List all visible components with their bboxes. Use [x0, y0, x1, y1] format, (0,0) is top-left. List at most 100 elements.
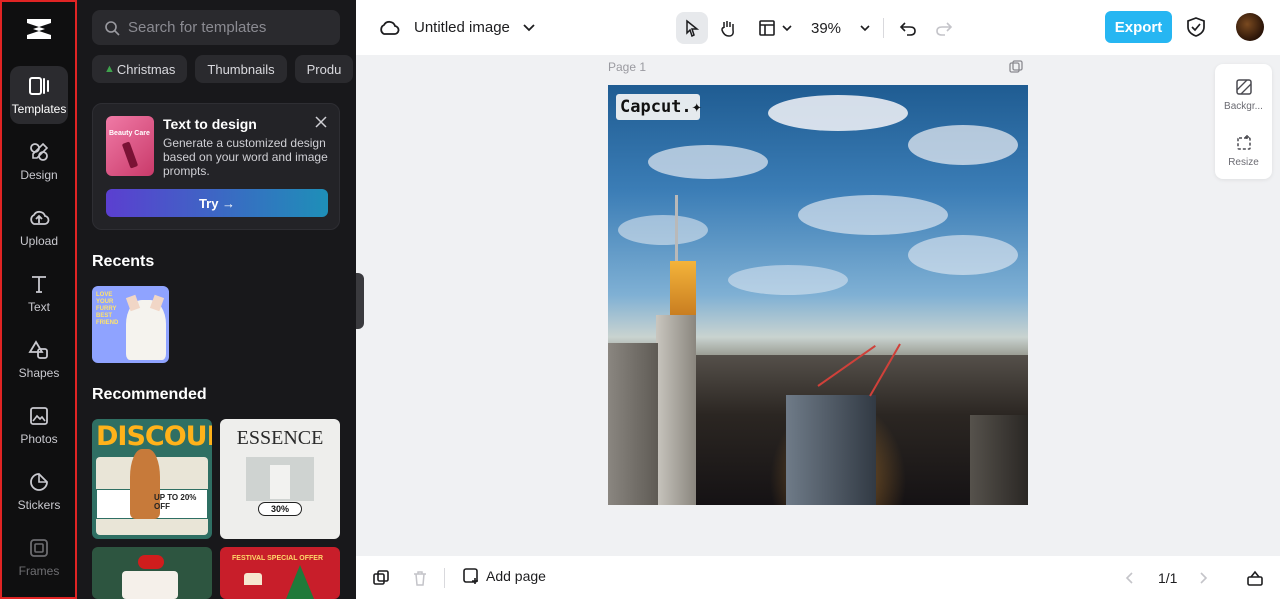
panel-collapse-handle[interactable] — [356, 273, 364, 329]
promo-description: Generate a customized design based on yo… — [163, 136, 328, 178]
promo-title: Text to design — [163, 116, 257, 132]
frames-icon — [30, 538, 48, 557]
undo-icon — [899, 22, 916, 36]
skyscraper — [656, 315, 696, 505]
shield-check-icon[interactable] — [1185, 16, 1207, 38]
cloud-sync-icon[interactable] — [378, 17, 400, 39]
rail-label-text: Text — [27, 299, 50, 314]
promo-thumbnail: Beauty Care — [106, 116, 154, 176]
close-icon[interactable] — [314, 115, 328, 129]
rail-item-templates[interactable]: Templates — [10, 66, 68, 124]
bottom-divider — [444, 568, 445, 588]
rail-item-text[interactable]: Text — [10, 264, 68, 322]
template-discount[interactable]: DISCOUNT UP TO 20% OFF — [92, 419, 212, 539]
chevron-down-icon — [782, 25, 792, 32]
duplicate-icon[interactable] — [372, 569, 390, 587]
rail-item-design[interactable]: Design — [10, 132, 68, 190]
document-title[interactable]: Untitled image — [414, 19, 510, 36]
resize-label: Resize — [1228, 157, 1259, 168]
rail-label-templates: Templates — [11, 101, 67, 116]
layout-tool[interactable] — [756, 12, 796, 44]
background-button[interactable]: Backgr... — [1215, 78, 1272, 112]
template-christmas-offer[interactable]: FESTIVAL SPECIAL OFFER — [220, 547, 340, 599]
cloud-shape — [728, 265, 848, 295]
tpl-xmas-text: FESTIVAL SPECIAL OFFER — [232, 555, 324, 562]
christmas-tree-icon: ▲ — [104, 63, 115, 75]
capcut-logo-icon[interactable] — [24, 16, 54, 42]
stickers-icon — [30, 472, 48, 491]
chevron-down-icon — [860, 25, 870, 32]
tpl-lamp — [244, 573, 262, 585]
template-essence[interactable]: ESSENCE 30% — [220, 419, 340, 539]
recents-heading: Recents — [92, 253, 155, 270]
zoom-dropdown[interactable]: 39% — [806, 12, 876, 44]
tpl-tree — [286, 565, 314, 599]
background-label: Backgr... — [1224, 101, 1263, 112]
tpl-pedestal — [270, 465, 290, 499]
cloud-shape — [618, 215, 708, 245]
templates-panel: ▲Christmas Thumbnails Produ Beauty Care … — [77, 0, 356, 599]
recent-design-thumbnail[interactable]: LOVE YOUR FURRY BEST FRIEND — [92, 286, 169, 363]
try-button[interactable]: Try → — [106, 189, 328, 217]
undo-button[interactable] — [894, 12, 922, 44]
rail-item-photos[interactable]: Photos — [10, 396, 68, 454]
tower-top — [670, 261, 696, 321]
chip-products[interactable]: Produ — [294, 55, 354, 83]
left-rail: Templates Design Upload Text Shapes Phot… — [0, 0, 77, 599]
template-search[interactable] — [92, 10, 340, 45]
promo-thumb-text: Beauty Care — [109, 130, 150, 137]
text-to-design-card: Beauty Care Text to design Generate a cu… — [92, 103, 340, 230]
zoom-value: 39% — [810, 19, 842, 37]
search-input[interactable] — [128, 19, 328, 36]
hand-tool[interactable] — [712, 12, 744, 44]
rail-item-stickers[interactable]: Stickers — [10, 462, 68, 520]
rail-item-upload[interactable]: Upload — [10, 198, 68, 256]
chevron-right-icon[interactable] — [1194, 569, 1212, 587]
add-page-label: Add page — [486, 568, 546, 584]
capcut-badge: Capcut.✦ — [616, 94, 702, 120]
resize-icon — [1236, 135, 1251, 150]
rail-item-shapes[interactable]: Shapes — [10, 330, 68, 388]
category-chips: ▲ Christmas Thumbnails Produ — [92, 55, 356, 83]
page-label: Page 1 — [608, 60, 647, 74]
chip-label: Produ — [306, 61, 342, 77]
redo-button[interactable] — [930, 12, 958, 44]
tpl-essence-percent: 30% — [258, 502, 302, 516]
avatar[interactable] — [1236, 13, 1264, 41]
bottom-bar: Add page 1/1 — [356, 556, 1280, 599]
tpl-discount-offer: UP TO 20% OFF — [154, 493, 197, 511]
rail-label-design: Design — [20, 167, 58, 182]
cloud-shape — [798, 195, 948, 235]
chevron-left-icon[interactable] — [1121, 569, 1139, 587]
design-icon — [30, 142, 49, 161]
top-bar: Untitled image 39% Export — [356, 0, 1280, 55]
design-canvas[interactable]: Capcut.✦ — [608, 85, 1028, 505]
skyscraper — [608, 343, 658, 505]
template-christmas-gift[interactable] — [92, 547, 212, 599]
select-tool[interactable] — [676, 12, 708, 44]
pages-panel-icon[interactable] — [1246, 569, 1264, 587]
lipstick-illustration — [121, 141, 139, 169]
rail-label-upload: Upload — [19, 233, 59, 248]
tpl-gift-box — [122, 571, 178, 599]
upload-icon — [30, 210, 50, 225]
rail-item-frames[interactable]: Frames — [10, 528, 68, 586]
cloud-shape — [908, 235, 1018, 275]
chip-christmas[interactable]: ▲ Christmas — [92, 55, 188, 83]
duplicate-page-icon[interactable] — [1009, 60, 1023, 74]
tpl-discount-title: DISCOUNT — [96, 421, 212, 452]
hand-icon — [721, 21, 734, 37]
chevron-down-icon[interactable] — [521, 19, 537, 35]
tpl-bow — [138, 555, 164, 569]
resize-button[interactable]: Resize — [1215, 134, 1272, 168]
templates-icon — [29, 76, 49, 95]
chip-thumbnails[interactable]: Thumbnails — [195, 55, 287, 83]
page-indicator: 1/1 — [1158, 570, 1178, 586]
rail-label-photos: Photos — [20, 431, 58, 446]
photos-icon — [30, 406, 48, 425]
background-icon — [1235, 79, 1252, 95]
add-page-button[interactable]: Add page — [462, 567, 546, 585]
trash-icon[interactable] — [411, 569, 429, 587]
rail-label-shapes: Shapes — [18, 365, 60, 380]
export-button[interactable]: Export — [1105, 11, 1172, 43]
